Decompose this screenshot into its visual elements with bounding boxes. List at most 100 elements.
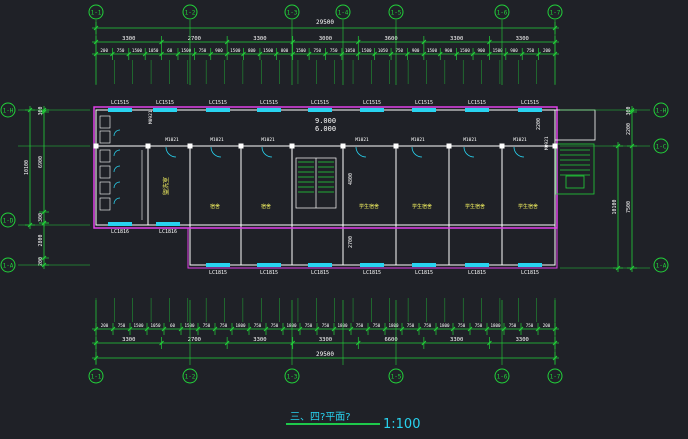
window-bottom-label: LC1815 [363,270,381,276]
bottom-segment-chain-label: 1500 [133,323,144,328]
bottom-segment-chain-label: 200 [101,323,109,328]
stair-dim-b: 2700 [348,236,354,248]
bottom-span-chain-label: 3300 [450,337,463,343]
right-axis-bubble-label: 1-A [656,263,667,270]
bottom-segment-chain-label: 750 [373,323,381,328]
bottom-segment-chain-label: 60 [170,323,176,328]
bottom-span-chain-label: 3300 [122,337,135,343]
elevation-upper: 9.000 [315,117,336,125]
bottom-segment-chain-label: 1800 [388,323,399,328]
bottom-segment-chain-label: 750 [203,323,211,328]
window-bottom-label: LC1815 [260,270,278,276]
window-top-label: LC1515 [415,100,433,106]
bottom-axis-bubble-label: 1-1 [91,374,102,381]
bottom-axis-bubble-label: 1-6 [497,374,508,381]
top-segment-chain-label: 200 [100,48,108,53]
door-label: M1021 [463,137,477,143]
top-axis-bubble-label: 1-6 [497,10,508,17]
top-axis-bubble-label: 1-4 [338,10,349,17]
bottom-segment-chain-label: 750 [220,323,228,328]
room-label-washroom: 盥洗室 [162,177,170,195]
bottom-segment-chain-label: 750 [407,323,415,328]
window-top-label: LC1515 [311,100,329,106]
drawing-background [0,0,688,439]
structural-column [552,143,558,149]
window-bottom-label: LC1815 [415,270,433,276]
bottom-segment-chain-label: 750 [458,323,466,328]
top-axis-bubble-label: 1-2 [185,10,196,17]
window-top-label: LC1515 [111,100,129,106]
bottom-segment-chain-label: 750 [305,323,313,328]
top-segment-chain-label: 1500 [460,48,471,53]
left-inner-chain-label: 300 [38,213,44,222]
structural-column [187,143,193,149]
right-axis-bubble-label: 1-H [656,108,667,115]
door-label: M1021 [513,137,527,143]
window-bottom [156,222,180,226]
top-segment-chain-label: 1500 [132,48,143,53]
window-bottom [108,222,132,226]
window-bottom [412,263,436,267]
bottom-segment-chain-label: 750 [356,323,364,328]
top-segment-chain-label: 750 [314,48,322,53]
top-segment-chain-label: 750 [330,48,338,53]
elevation-lower: 6.000 [315,125,336,133]
top-segment-chain-label: 1500 [493,48,504,53]
bottom-segment-chain-label: 750 [509,323,517,328]
bottom-segment-chain-label: 750 [118,323,126,328]
window-top [465,108,489,112]
stair-dim-a: 4800 [348,173,354,185]
window-bottom-label: LC1815 [209,270,227,276]
structural-column [145,143,151,149]
top-total-dim: 29500 [316,19,334,26]
top-segment-chain-label: 900 [445,48,453,53]
window-top [308,108,332,112]
left-inner-chain-label: 300 [38,106,44,115]
window-bottom [518,263,542,267]
bottom-segment-chain-label: 1800 [490,323,501,328]
bottom-segment-chain-label: 1050 [150,323,161,328]
top-axis-bubble-label: 1-3 [287,10,298,17]
room-label-6: 学生宿舍 [518,203,538,210]
window-top [206,108,230,112]
bottom-span-chain-label: 3300 [253,337,266,343]
top-segment-chain-label: 1500 [263,48,274,53]
structural-column [93,143,99,149]
bottom-axis-bubble-label: 1-5 [391,374,402,381]
top-axis-bubble-label: 1-1 [91,10,102,17]
bottom-segment-chain-label: 750 [254,323,262,328]
top-segment-chain-label: 900 [477,48,485,53]
floor-plan-drawing: 3300 2700 3300 3000 3600 3300 3300200 750 1500 10… [0,0,688,439]
window-top [257,108,281,112]
bottom-segment-chain-label: 750 [526,323,534,328]
room-label-1: 宿舍 [210,203,220,210]
top-segment-chain-label: 1500 [427,48,438,53]
door-label: M1021 [355,137,369,143]
top-segment-chain-label: 1050 [148,48,159,53]
window-top-label: LC1515 [209,100,227,106]
bottom-segment-chain-label: 750 [322,323,330,328]
bottom-total-dim: 29500 [316,351,334,358]
bottom-segment-chain-label: 750 [424,323,432,328]
top-segment-chain-label: 800 [281,48,289,53]
top-segment-chain-label: 60 [167,48,173,53]
right-axis-bubble-label: 1-C [656,144,667,151]
structural-column [289,143,295,149]
window-bottom-label: LC1815 [521,270,539,276]
bottom-axis-bubble-label: 1-3 [287,374,298,381]
window-top [518,108,542,112]
top-axis-bubble-label: 1-7 [550,10,561,17]
bottom-segment-chain-label: 750 [475,323,483,328]
bottom-segment-chain-label: 1800 [235,323,246,328]
window-bottom [257,263,281,267]
right-dim-label: 2200 [536,118,542,130]
right-inner-chain-label: 300 [626,106,632,115]
bottom-span-chain-label: 3300 [516,337,529,343]
left-axis-bubble-label: 1-D [3,218,14,225]
top-segment-chain-label: 1500 [361,48,372,53]
left-inner-chain-label: 6900 [38,156,44,168]
left-mid-chain-label: 10100 [24,160,30,175]
top-segment-chain-label: 200 [543,48,551,53]
window-top-label: LC1515 [468,100,486,106]
top-span-chain-label: 3300 [450,36,463,42]
